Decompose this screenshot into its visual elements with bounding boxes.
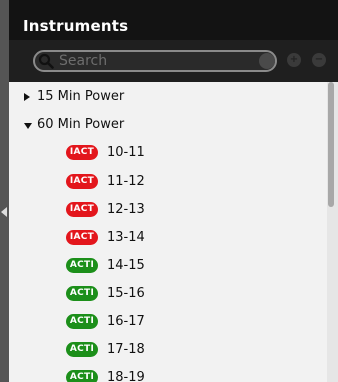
panel-titlebar: Instruments (9, 0, 338, 40)
instruments-panel: Instruments + − 15 Min Power 60 Min Powe… (9, 0, 338, 382)
group-label: 15 Min Power (37, 89, 125, 104)
status-badge: IACT (66, 145, 98, 160)
item-label: 10-11 (107, 145, 145, 160)
item-label: 14-15 (107, 258, 145, 273)
item-label: 17-18 (107, 342, 145, 357)
list-item[interactable]: IACT 10-11 (9, 139, 327, 168)
scrollbar-thumb[interactable] (328, 82, 334, 207)
group-row-60-min-power[interactable]: 60 Min Power (9, 111, 327, 140)
list-item[interactable]: IACT 13-14 (9, 224, 327, 253)
remove-button[interactable]: − (312, 53, 326, 67)
list-item[interactable]: ACTI 18-19 (9, 364, 327, 382)
status-badge: IACT (66, 202, 98, 217)
item-label: 16-17 (107, 314, 145, 329)
status-badge: ACTI (66, 314, 98, 329)
add-button[interactable]: + (287, 53, 301, 67)
list-item[interactable]: ACTI 16-17 (9, 308, 327, 337)
expand-arrow-icon[interactable] (24, 93, 30, 101)
search-field[interactable] (33, 50, 277, 72)
item-label: 18-19 (107, 370, 145, 382)
list-item[interactable]: ACTI 15-16 (9, 280, 327, 309)
left-edge-strip (0, 0, 9, 382)
status-badge: IACT (66, 230, 98, 245)
list-item[interactable]: ACTI 17-18 (9, 336, 327, 365)
status-badge: ACTI (66, 258, 98, 273)
scrollbar[interactable] (327, 82, 338, 382)
item-label: 15-16 (107, 286, 145, 301)
list-item[interactable]: IACT 12-13 (9, 196, 327, 225)
minus-icon: − (314, 54, 324, 65)
list-item[interactable]: IACT 11-12 (9, 168, 327, 197)
instrument-list: 15 Min Power 60 Min Power IACT 10-11 IAC… (9, 82, 327, 382)
group-row-15-min-power[interactable]: 15 Min Power (9, 83, 327, 112)
list-item[interactable]: ACTI 14-15 (9, 252, 327, 281)
clear-icon[interactable] (259, 53, 275, 69)
search-input[interactable] (59, 52, 249, 70)
collapse-arrow-icon[interactable] (24, 123, 32, 129)
item-label: 12-13 (107, 202, 145, 217)
status-badge: ACTI (66, 286, 98, 301)
item-label: 11-12 (107, 174, 145, 189)
item-label: 13-14 (107, 230, 145, 245)
status-badge: IACT (66, 174, 98, 189)
collapse-left-icon[interactable] (1, 207, 7, 217)
plus-icon: + (289, 54, 299, 65)
search-icon (38, 53, 54, 69)
status-badge: ACTI (66, 342, 98, 357)
group-label: 60 Min Power (37, 117, 125, 132)
panel-title: Instruments (23, 17, 129, 35)
status-badge: ACTI (66, 370, 98, 382)
